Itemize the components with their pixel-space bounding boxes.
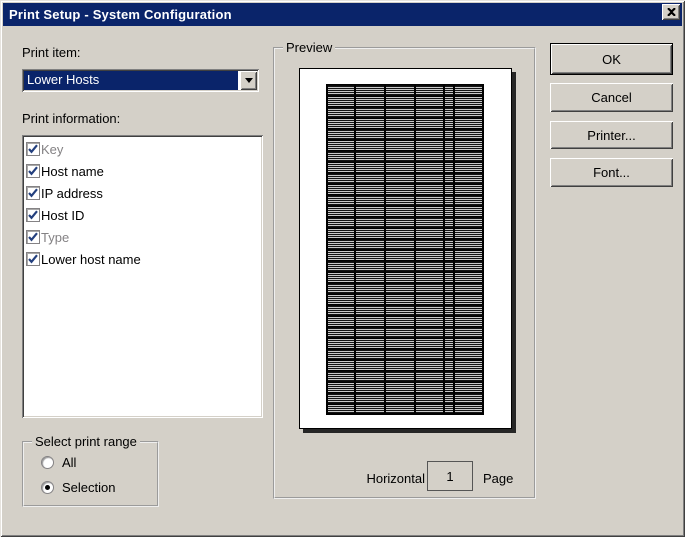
radio-option-selection[interactable]: Selection (41, 480, 115, 495)
radio-icon (41, 481, 54, 494)
radio-dot (45, 485, 50, 490)
chevron-down-icon (245, 78, 253, 83)
checkbox[interactable] (26, 208, 40, 222)
checkmark-icon (27, 231, 39, 243)
print-item-label: Print item: (22, 45, 81, 60)
print-information-label: Print information: (22, 111, 120, 126)
list-item-label: Host ID (41, 208, 84, 223)
select-print-range-group: Select print range All Selection (22, 441, 159, 507)
checkbox[interactable] (26, 252, 40, 266)
checkbox[interactable] (26, 186, 40, 200)
list-item-label: IP address (41, 186, 103, 201)
printer-button[interactable]: Printer... (550, 121, 673, 149)
list-item[interactable]: Lower host name (24, 248, 261, 270)
radio-icon (41, 456, 54, 469)
grid-column-line (443, 84, 445, 415)
print-item-selected-value: Lower Hosts (24, 71, 238, 90)
list-item-label: Host name (41, 164, 104, 179)
checkmark-icon (27, 187, 39, 199)
print-item-dropdown[interactable]: Lower Hosts (22, 69, 259, 92)
preview-table-grid (326, 84, 484, 415)
horizontal-label: Horizontal (335, 471, 425, 486)
grid-column-line (482, 84, 484, 415)
checkbox[interactable] (26, 230, 40, 244)
print-setup-dialog: Print Setup - System Configuration Print… (0, 0, 685, 537)
checkmark-icon (27, 209, 39, 221)
list-item-label: Type (41, 230, 69, 245)
list-item[interactable]: Key (24, 138, 261, 160)
list-item[interactable]: IP address (24, 182, 261, 204)
radio-option-label: All (62, 455, 76, 470)
checkbox[interactable] (26, 164, 40, 178)
grid-column-line (414, 84, 416, 415)
list-item-label: Key (41, 142, 63, 157)
title-bar[interactable]: Print Setup - System Configuration (3, 3, 682, 26)
checkmark-icon (27, 165, 39, 177)
close-button[interactable] (662, 4, 680, 20)
preview-page (299, 68, 512, 429)
list-item-label: Lower host name (41, 252, 141, 267)
window-title: Print Setup - System Configuration (3, 7, 232, 22)
page-label: Page (483, 471, 513, 486)
list-item[interactable]: Host name (24, 160, 261, 182)
checkbox[interactable] (26, 142, 40, 156)
font-button[interactable]: Font... (550, 158, 673, 187)
select-print-range-label: Select print range (32, 434, 140, 449)
horizontal-pages-field[interactable]: 1 (427, 461, 473, 491)
close-icon (667, 8, 676, 16)
grid-column-line (384, 84, 386, 415)
preview-group: Preview Horizontal 1 Page (273, 47, 536, 499)
grid-column-line (326, 84, 328, 415)
checkmark-icon (27, 253, 39, 265)
radio-option-all[interactable]: All (41, 455, 76, 470)
ok-button[interactable]: OK (550, 43, 673, 75)
list-item[interactable]: Type (24, 226, 261, 248)
print-information-list[interactable]: Key Host name IP address Host ID Type Lo… (22, 135, 263, 418)
grid-column-line (354, 84, 356, 415)
grid-column-line (453, 84, 455, 415)
list-item[interactable]: Host ID (24, 204, 261, 226)
cancel-button[interactable]: Cancel (550, 83, 673, 112)
dropdown-arrow-button[interactable] (240, 71, 257, 90)
checkmark-icon (27, 143, 39, 155)
radio-option-label: Selection (62, 480, 115, 495)
preview-label: Preview (283, 40, 335, 55)
